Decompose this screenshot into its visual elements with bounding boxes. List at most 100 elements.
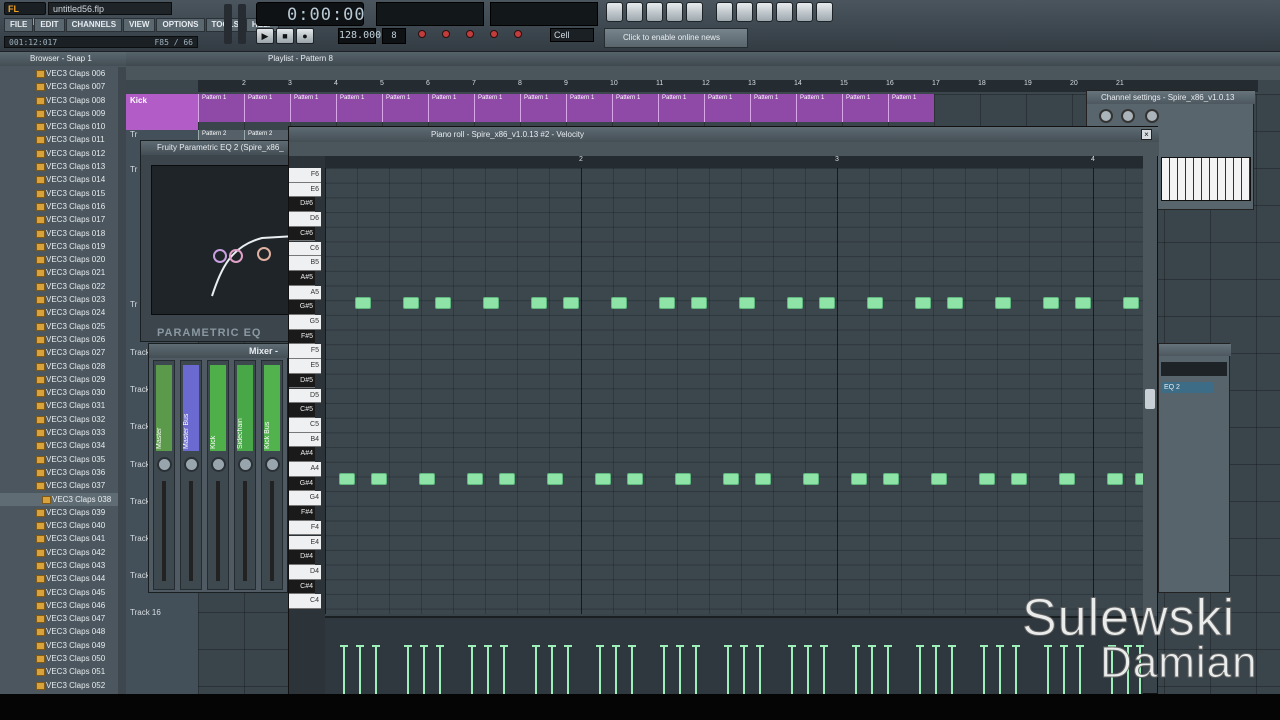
pan-knob[interactable] xyxy=(238,457,253,472)
midi-note[interactable] xyxy=(691,297,707,309)
midi-note[interactable] xyxy=(1043,297,1059,309)
piano-key[interactable]: E6 xyxy=(289,182,321,198)
time-display[interactable]: 0:00:00 xyxy=(256,2,365,26)
midi-note[interactable] xyxy=(1075,297,1091,309)
mixer-strip[interactable]: Sidechain xyxy=(234,360,256,590)
pan-knob[interactable] xyxy=(1099,109,1113,123)
midi-note[interactable] xyxy=(435,297,451,309)
save-icon[interactable] xyxy=(736,2,753,22)
browser-item[interactable]: VEC3 Claps 021 xyxy=(0,266,126,279)
velocity-bar[interactable] xyxy=(420,645,428,695)
piano-key[interactable]: D6 xyxy=(289,212,321,227)
browser-title[interactable]: Browser - Snap 1 xyxy=(0,52,126,66)
record-option-icon[interactable] xyxy=(490,30,498,38)
velocity-bar[interactable] xyxy=(820,645,828,695)
browser-item[interactable]: VEC3 Claps 009 xyxy=(0,107,126,120)
midi-note[interactable] xyxy=(627,473,643,485)
browser-item[interactable]: VEC3 Claps 041 xyxy=(0,532,126,545)
velocity-bar[interactable] xyxy=(1076,645,1084,695)
keyboard-preview[interactable] xyxy=(1161,157,1251,201)
pan-knob[interactable] xyxy=(157,457,172,472)
midi-note[interactable] xyxy=(755,473,771,485)
tempo-display[interactable]: 128.000 xyxy=(338,28,381,44)
insert-slot[interactable] xyxy=(1161,362,1227,376)
piano-key[interactable]: G4 xyxy=(289,491,321,507)
velocity-bar[interactable] xyxy=(484,645,492,695)
play-button[interactable]: ▶ xyxy=(256,28,274,44)
record-button[interactable]: ● xyxy=(296,28,314,44)
velocity-bar[interactable] xyxy=(692,645,700,695)
pattern-clip[interactable]: Pattern 1 xyxy=(244,94,290,122)
velocity-bar[interactable] xyxy=(740,645,748,695)
pattern-clip[interactable]: Pattern 1 xyxy=(566,94,612,122)
mixer-inserts-title[interactable] xyxy=(1159,344,1231,356)
browser-item[interactable]: VEC3 Claps 048 xyxy=(0,625,126,638)
browser-item[interactable]: VEC3 Claps 038 xyxy=(0,492,126,506)
piano-key[interactable]: F5 xyxy=(289,344,321,360)
browser-icon[interactable] xyxy=(666,2,683,22)
close-icon[interactable]: × xyxy=(1141,129,1152,140)
pattern-clip[interactable]: Pattern 1 xyxy=(888,94,934,122)
record-option-icon[interactable] xyxy=(418,30,426,38)
pattern-clip[interactable]: Pattern 2 xyxy=(198,130,244,140)
pattern-clip[interactable]: Pattern 1 xyxy=(290,94,336,122)
browser-item[interactable]: VEC3 Claps 029 xyxy=(0,373,126,386)
pattern-clip[interactable]: Pattern 1 xyxy=(198,94,244,122)
browser-item[interactable]: VEC3 Claps 011 xyxy=(0,133,126,146)
piano-roll-scrollbar[interactable] xyxy=(1143,156,1157,616)
plugin-icon[interactable] xyxy=(796,2,813,22)
midi-note[interactable] xyxy=(915,297,931,309)
pattern-clip[interactable]: Pattern 2 xyxy=(244,130,290,140)
piano-key[interactable]: F4 xyxy=(289,520,321,536)
menu-options[interactable]: OPTIONS xyxy=(156,18,205,32)
browser-item[interactable]: VEC3 Claps 017 xyxy=(0,213,126,226)
velocity-bar[interactable] xyxy=(916,645,924,695)
pattern-number[interactable]: 8 xyxy=(382,28,406,44)
browser-item[interactable]: VEC3 Claps 022 xyxy=(0,280,126,293)
midi-note[interactable] xyxy=(403,297,419,309)
piano-roll-icon[interactable] xyxy=(646,2,663,22)
scroll-thumb[interactable] xyxy=(1145,389,1155,409)
piano-key[interactable]: D5 xyxy=(289,388,321,404)
browser-scrollbar[interactable] xyxy=(118,67,126,694)
velocity-bar[interactable] xyxy=(468,645,476,695)
playlist-window-icon[interactable] xyxy=(606,2,623,22)
browser-item[interactable]: VEC3 Claps 024 xyxy=(0,306,126,319)
piano-key[interactable]: F6 xyxy=(289,168,321,183)
volume-knob[interactable] xyxy=(1121,109,1135,123)
piano-key[interactable]: C4 xyxy=(289,594,321,609)
browser-item[interactable]: VEC3 Claps 050 xyxy=(0,652,126,665)
velocity-bar[interactable] xyxy=(804,645,812,695)
browser-item[interactable]: VEC3 Claps 016 xyxy=(0,200,126,213)
mixer-icon[interactable] xyxy=(686,2,703,22)
midi-note[interactable] xyxy=(851,473,867,485)
volume-fader[interactable] xyxy=(189,481,193,581)
track-label[interactable]: Track xyxy=(130,460,150,469)
midi-note[interactable] xyxy=(883,473,899,485)
browser-item[interactable]: VEC3 Claps 025 xyxy=(0,320,126,333)
pan-knob[interactable] xyxy=(184,457,199,472)
mixer-strip[interactable]: Master xyxy=(153,360,175,590)
track-label[interactable]: Tr xyxy=(130,300,137,309)
volume-fader[interactable] xyxy=(270,481,274,581)
pattern-clip[interactable]: Pattern 1 xyxy=(520,94,566,122)
pattern-clip[interactable]: Pattern 1 xyxy=(382,94,428,122)
browser-item[interactable]: VEC3 Claps 049 xyxy=(0,639,126,652)
track-label[interactable]: Track xyxy=(130,534,150,543)
eq-display[interactable] xyxy=(151,165,297,315)
velocity-bar[interactable] xyxy=(868,645,876,695)
browser-item[interactable]: VEC3 Claps 051 xyxy=(0,665,126,678)
pattern-clip[interactable]: Pattern 1 xyxy=(842,94,888,122)
browser-item[interactable]: VEC3 Claps 037 xyxy=(0,479,126,492)
midi-note[interactable] xyxy=(499,473,515,485)
midi-note[interactable] xyxy=(563,297,579,309)
browser-item[interactable]: VEC3 Claps 046 xyxy=(0,599,126,612)
midi-note[interactable] xyxy=(531,297,547,309)
pattern-clip[interactable]: Pattern 1 xyxy=(704,94,750,122)
midi-note[interactable] xyxy=(1011,473,1027,485)
browser-item[interactable]: VEC3 Claps 015 xyxy=(0,187,126,200)
browser-item[interactable]: VEC3 Claps 039 xyxy=(0,506,126,519)
piano-key[interactable]: E4 xyxy=(289,535,321,551)
browser-item[interactable]: VEC3 Claps 052 xyxy=(0,679,126,692)
midi-note[interactable] xyxy=(947,297,963,309)
